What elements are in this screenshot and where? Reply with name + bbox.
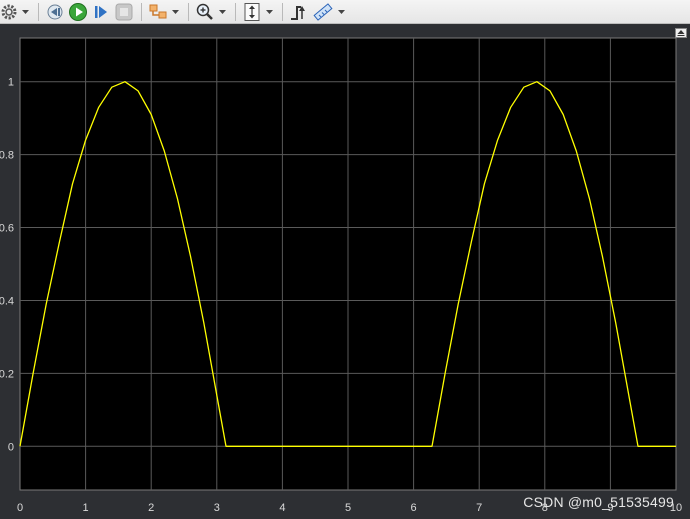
y-tick-label: 1 [8, 77, 14, 89]
x-tick-label: 1 [83, 502, 89, 514]
y-tick-label: 0.4 [0, 295, 14, 307]
x-tick-label: 7 [476, 502, 482, 514]
x-tick-label: 6 [411, 502, 417, 514]
y-tick-label: 0 [8, 441, 14, 453]
undock-axes-icon[interactable] [675, 28, 687, 38]
x-tick-label: 2 [148, 502, 154, 514]
y-tick-label: 0.2 [0, 368, 14, 380]
x-tick-label: 4 [279, 502, 285, 514]
scope-window: 0 1 2 3 4 5 6 7 8 9 10 0 0.2 0.4 0.6 0.8 1 CSDN @m0_5153… [0, 0, 690, 519]
scope-chart: 0 1 2 3 4 5 6 7 8 9 1000.20.40.60.81 [0, 37, 682, 514]
y-tick-label: 0.6 [0, 223, 14, 235]
watermark-text: CSDN @m0_51535499 [523, 494, 674, 510]
y-tick-label: 0.8 [0, 150, 14, 162]
x-tick-label: 3 [214, 502, 220, 514]
x-tick-label: 5 [345, 502, 351, 514]
x-tick-label: 0 [17, 502, 23, 514]
